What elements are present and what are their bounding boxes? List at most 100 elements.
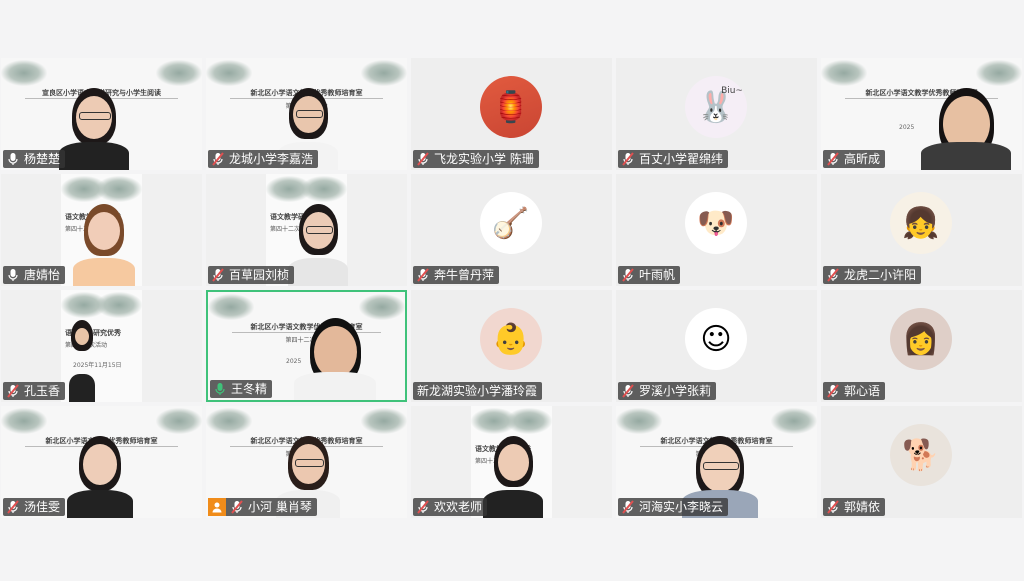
participant-tile[interactable]: 新北区小学语文教学优秀教师培育室第四十二次活动小河 巢肖琴 bbox=[206, 406, 407, 518]
participant-name: 罗溪小学张莉 bbox=[639, 384, 712, 398]
mic-muted-icon[interactable] bbox=[211, 152, 225, 166]
participant-tile[interactable]: 👧 龙虎二小许阳 bbox=[821, 174, 1022, 286]
participant-video bbox=[67, 426, 133, 518]
participant-name: 龙虎二小许阳 bbox=[844, 268, 917, 282]
child-icon: 👶 bbox=[480, 308, 542, 370]
name-tag: 百丈小学翟绵纬 bbox=[618, 150, 729, 168]
participant-name: 百丈小学翟绵纬 bbox=[639, 152, 724, 166]
dog-icon: 🐕 bbox=[890, 424, 952, 486]
mic-muted-icon[interactable] bbox=[416, 500, 430, 514]
mic-icon[interactable] bbox=[6, 152, 20, 166]
host-icon bbox=[208, 498, 226, 516]
participant-video bbox=[69, 310, 95, 402]
participant-name: 杨楚楚 bbox=[24, 152, 61, 166]
leaf-decoration bbox=[156, 408, 202, 434]
mic-muted-icon[interactable] bbox=[230, 500, 244, 514]
mic-muted-icon[interactable] bbox=[621, 268, 635, 282]
participant-video bbox=[59, 78, 129, 170]
leaf-decoration bbox=[206, 60, 252, 86]
leaf-decoration bbox=[208, 294, 254, 320]
participant-tile[interactable]: 新北区小学语文教学优秀教师培育室 2025 高昕成 bbox=[821, 58, 1022, 170]
mic-muted-icon[interactable] bbox=[826, 152, 840, 166]
participant-tile[interactable]: 新北区小学语文教学优秀教师培育室 第四十二次活动 2025 王冬精 bbox=[206, 290, 407, 402]
participant-name: 孔玉香 bbox=[24, 384, 61, 398]
name-tag: 欢欢老师 bbox=[413, 498, 488, 516]
mic-muted-icon[interactable] bbox=[416, 152, 430, 166]
mic-muted-icon[interactable] bbox=[6, 384, 20, 398]
participant-name: 百草园刘桢 bbox=[229, 268, 290, 282]
name-tag: 奔牛曾丹萍 bbox=[413, 266, 500, 284]
participant-name: 唐婧怡 bbox=[24, 268, 61, 282]
participant-tile[interactable]: 语文教学研究优秀第四十二次活动唐婧怡 bbox=[1, 174, 202, 286]
participant-video bbox=[294, 308, 376, 400]
leaf-decoration bbox=[821, 60, 867, 86]
leaf-decoration bbox=[206, 408, 252, 434]
mic-muted-icon[interactable] bbox=[826, 384, 840, 398]
guitar-icon: 🪕 bbox=[480, 192, 542, 254]
participant-tile[interactable]: 🐕 郭婧依 bbox=[821, 406, 1022, 518]
mic-muted-icon[interactable] bbox=[621, 384, 635, 398]
name-tag: 罗溪小学张莉 bbox=[618, 382, 717, 400]
participant-tile[interactable]: 🐰 Biu~ 百丈小学翟绵纬 bbox=[616, 58, 817, 170]
mic-muted-icon[interactable] bbox=[6, 500, 20, 514]
participant-tile[interactable]: 语文教学研究优秀第四十二次活动2025年11月15日孔玉香 bbox=[1, 290, 202, 402]
leaf-decoration bbox=[361, 60, 407, 86]
participant-name: 王冬精 bbox=[231, 382, 268, 396]
girl-icon: 👧 bbox=[890, 192, 952, 254]
participant-name: 新龙湖实验小学潘玲霞 bbox=[417, 384, 538, 398]
participant-tile[interactable]: 🏮 飞龙实验小学 陈珊 bbox=[411, 58, 612, 170]
mic-muted-icon[interactable] bbox=[826, 500, 840, 514]
mic-icon[interactable] bbox=[6, 268, 20, 282]
name-tag: 汤佳雯 bbox=[3, 498, 66, 516]
name-tag: 郭婧依 bbox=[823, 498, 886, 516]
participant-name: 河海实小李晓云 bbox=[639, 500, 724, 514]
mic-muted-icon[interactable] bbox=[416, 268, 430, 282]
participant-name: 郭心语 bbox=[844, 384, 881, 398]
mic-muted-icon[interactable] bbox=[621, 152, 635, 166]
mic-muted-icon[interactable] bbox=[211, 268, 225, 282]
participant-video bbox=[73, 194, 135, 286]
leaf-decoration bbox=[616, 408, 662, 434]
participant-tile[interactable]: 🐶 叶雨帆 bbox=[616, 174, 817, 286]
mic-icon[interactable] bbox=[213, 382, 227, 396]
participant-name: 叶雨帆 bbox=[639, 268, 676, 282]
participant-tile[interactable]: 语文教学研究优秀第四十二次活动欢欢老师 bbox=[411, 406, 612, 518]
leaf-decoration bbox=[156, 60, 202, 86]
leaf-decoration bbox=[361, 408, 407, 434]
name-tag: 高昕成 bbox=[823, 150, 886, 168]
name-tag: 龙虎二小许阳 bbox=[823, 266, 922, 284]
name-tag: 孔玉香 bbox=[3, 382, 66, 400]
participant-name: 飞龙实验小学 陈珊 bbox=[434, 152, 534, 166]
participant-video bbox=[483, 426, 543, 518]
participant-tile[interactable]: 新北区小学语文教学优秀教师培育室汤佳雯 bbox=[1, 406, 202, 518]
art-icon: 🏮 bbox=[480, 76, 542, 138]
participant-name: 欢欢老师 bbox=[434, 500, 483, 514]
participant-tile[interactable]: 新北区小学语文教学优秀教师培育室第四十二次活动河海实小李晓云 bbox=[616, 406, 817, 518]
name-tag: 新龙湖实验小学潘玲霞 bbox=[413, 382, 543, 400]
participant-video bbox=[288, 194, 348, 286]
name-tag: 飞龙实验小学 陈珊 bbox=[413, 150, 539, 168]
name-tag: 杨楚楚 bbox=[3, 150, 66, 168]
participant-tile[interactable]: ☺ 罗溪小学张莉 bbox=[616, 290, 817, 402]
participant-name: 小河 巢肖琴 bbox=[248, 500, 312, 514]
leaf-decoration bbox=[1, 408, 47, 434]
participant-name: 奔牛曾丹萍 bbox=[434, 268, 495, 282]
puppy-icon: 🐶 bbox=[685, 192, 747, 254]
participant-grid: 宣良区小学语文教学研究与小学生阅读一组二杨楚楚新北区小学语文教学优秀教师培育室第… bbox=[1, 58, 1023, 520]
participant-tile[interactable]: 🪕 奔牛曾丹萍 bbox=[411, 174, 612, 286]
participant-tile[interactable]: 新北区小学语文教学优秀教师培育室第四十二次活动龙城小学李嘉浩 bbox=[206, 58, 407, 170]
participant-name: 汤佳雯 bbox=[24, 500, 61, 514]
avatar-caption: Biu~ bbox=[721, 86, 743, 96]
participant-tile[interactable]: 语文教学研究优秀 第四十二次活动 百草园刘桢 bbox=[206, 174, 407, 286]
name-tag: 小河 巢肖琴 bbox=[208, 498, 317, 516]
participant-name: 高昕成 bbox=[844, 152, 881, 166]
participant-tile[interactable]: 宣良区小学语文教学研究与小学生阅读一组二杨楚楚 bbox=[1, 58, 202, 170]
name-tag: 唐婧怡 bbox=[3, 266, 66, 284]
mic-muted-icon[interactable] bbox=[621, 500, 635, 514]
slide-date: 2025 bbox=[899, 124, 915, 131]
bunny-icon: 🐰 Biu~ bbox=[685, 76, 747, 138]
mic-muted-icon[interactable] bbox=[826, 268, 840, 282]
name-tag: 叶雨帆 bbox=[618, 266, 681, 284]
participant-tile[interactable]: 👩 郭心语 bbox=[821, 290, 1022, 402]
participant-tile[interactable]: 👶 新龙湖实验小学潘玲霞 bbox=[411, 290, 612, 402]
